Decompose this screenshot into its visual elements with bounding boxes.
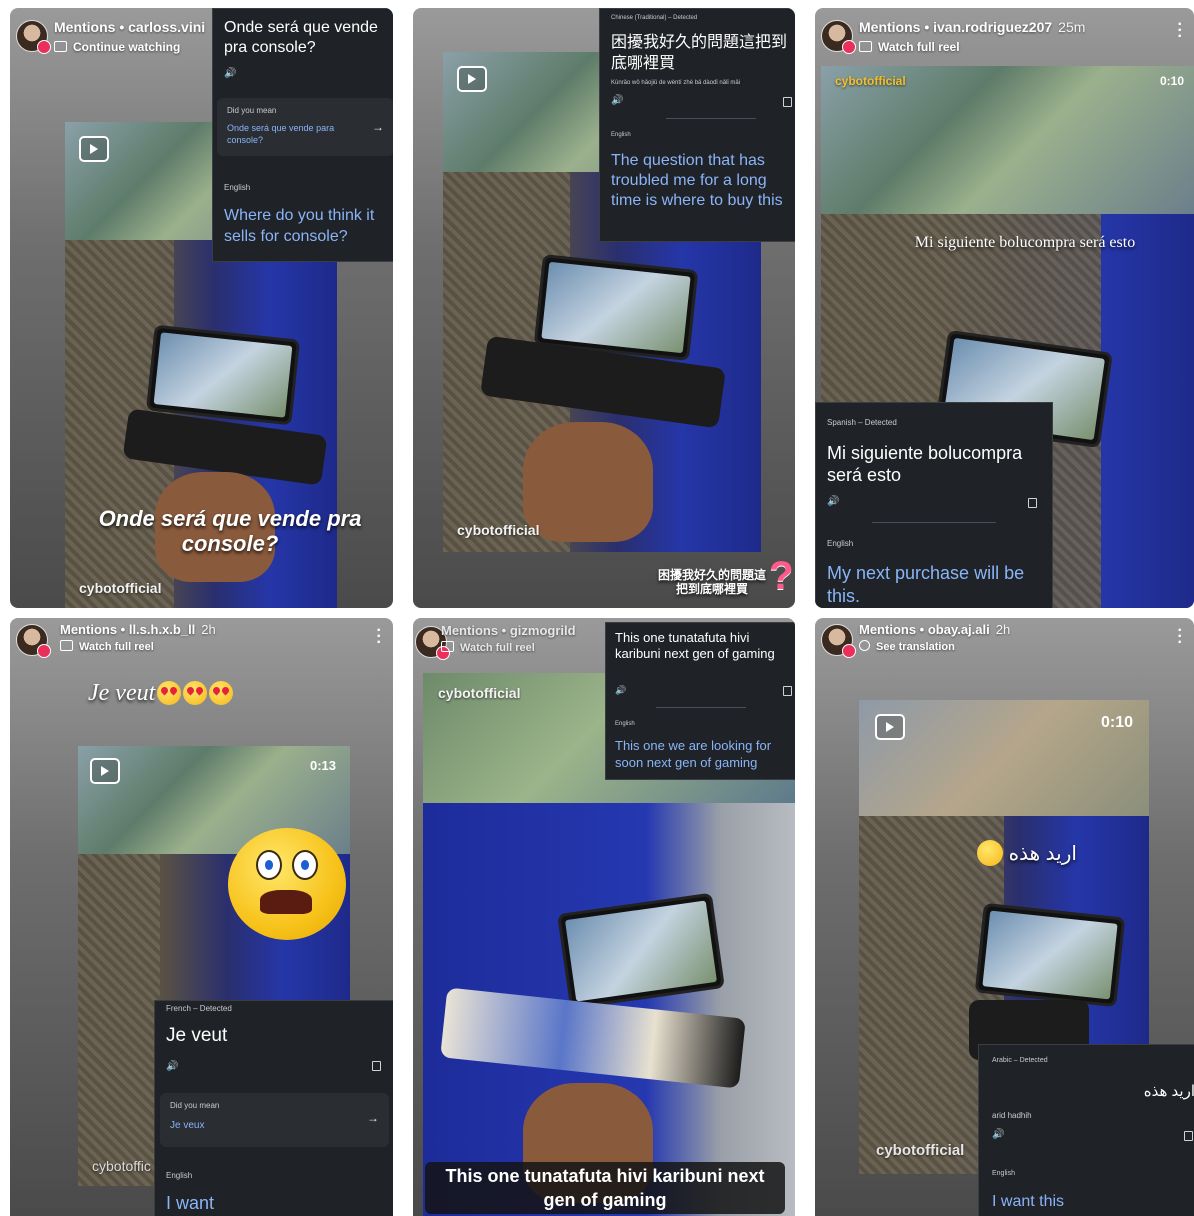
translation-source: Mi siguiente bolucompra será esto <box>827 443 1023 485</box>
story-card-5[interactable]: Mentions • gizmogrild Watch full reel cy… <box>413 618 795 1216</box>
watermark: cybotoffic <box>92 1158 151 1174</box>
more-options-icon[interactable]: ... <box>1178 13 1182 41</box>
did-you-mean-box[interactable]: Did you mean Onde será que vende para co… <box>217 98 393 156</box>
reel-icon <box>441 641 454 652</box>
video-timer: 0:13 <box>309 758 336 773</box>
copy-icon[interactable] <box>1184 1131 1193 1141</box>
translation-panel: French – Detected Je veut 🔊 Did you mean… <box>154 1000 393 1216</box>
story-caption: Je veut <box>88 680 308 707</box>
translation-source: This one tunatafuta hivi karibuni next g… <box>615 630 775 661</box>
continue-watching-link[interactable]: Continue watching <box>54 40 180 54</box>
translation-source: Je veut <box>166 1025 228 1046</box>
watermark: cybotofficial <box>79 580 162 596</box>
overlay-text: 困擾我好久的問題這把到底哪裡買 <box>657 568 766 596</box>
watermark: cybotofficial <box>457 522 540 538</box>
copy-icon[interactable] <box>1028 498 1037 508</box>
see-translation-link[interactable]: See translation <box>859 640 955 653</box>
translation-target: This one we are looking for soon next ge… <box>615 738 772 770</box>
translation-panel: This one tunatafuta hivi karibuni next g… <box>605 622 795 780</box>
story-header: Mentions • ivan.rodriguez207 25m Watch fu… <box>815 8 1194 60</box>
story-header: Mentions • ll.s.h.x.b_ll 2h Watch full re… <box>10 618 393 670</box>
copy-icon[interactable] <box>783 686 792 696</box>
video-timer: 0:10 <box>1159 74 1184 88</box>
speaker-icon[interactable]: 🔊 <box>992 1129 1004 1140</box>
more-options-icon[interactable]: ... <box>377 619 381 647</box>
translation-source: 困擾我好久的問題這把到底哪裡買 <box>611 34 788 72</box>
translation-target: I want this <box>992 1193 1065 1210</box>
reel-icon <box>875 714 905 740</box>
scared-face-emoji <box>228 828 346 940</box>
speaker-icon[interactable]: 🔊 <box>224 68 236 79</box>
crying-face-emoji <box>977 840 1004 866</box>
story-card-1[interactable]: Mentions • carloss.vini Continue watchin… <box>10 8 393 608</box>
more-options-icon[interactable]: ... <box>1178 619 1182 647</box>
translation-source: اريد هذه <box>1143 1083 1194 1100</box>
translation-panel: Spanish – Detected Mi siguiente bolucomp… <box>815 402 1053 608</box>
story-user[interactable]: Mentions • ivan.rodriguez207 25m <box>859 19 1085 35</box>
copy-icon[interactable] <box>783 97 792 107</box>
translation-source: Onde será que vende pra console? <box>224 19 378 56</box>
did-you-mean-suggestion[interactable]: Onde será que vende para console? <box>227 122 352 146</box>
story-card-2[interactable]: cybotofficial 困擾我好久的問題這把到底哪裡買 ? Chinese … <box>413 8 795 608</box>
story-header: Mentions • obay.aj.ali 2h See translation… <box>815 618 1194 670</box>
reel-icon <box>457 66 487 92</box>
story-caption: Onde será que vende pra console? <box>98 506 362 556</box>
avatar[interactable] <box>16 20 51 54</box>
story-card-6[interactable]: Mentions • obay.aj.ali 2h See translation… <box>815 618 1194 1216</box>
translation-target: The question that has troubled me for a … <box>611 152 783 209</box>
copy-icon[interactable] <box>372 1061 381 1071</box>
reel-icon <box>79 136 109 162</box>
arrow-right-icon[interactable]: → <box>372 120 384 134</box>
did-you-mean-box[interactable]: Did you mean Je veux → <box>160 1093 389 1147</box>
watch-full-reel-link[interactable]: Watch full reel <box>859 40 960 54</box>
speaker-icon[interactable]: 🔊 <box>615 685 626 696</box>
translation-panel: Onde será que vende pra console? 🔊 Did y… <box>212 8 393 262</box>
heart-eyes-emoji <box>157 681 182 705</box>
watch-full-reel-link[interactable]: Watch full reel <box>60 640 154 653</box>
hand <box>523 422 653 542</box>
translation-panel: Chinese (Traditional) – Detected 困擾我好久的問… <box>599 8 795 242</box>
story-card-3[interactable]: Mentions • ivan.rodriguez207 25m Watch fu… <box>815 8 1194 608</box>
avatar[interactable] <box>821 20 856 54</box>
watermark: cybotofficial <box>876 1142 965 1159</box>
story-user[interactable]: Mentions • obay.aj.ali 2h <box>859 622 1010 637</box>
speaker-icon[interactable]: 🔊 <box>166 1061 178 1072</box>
avatar[interactable] <box>821 624 856 658</box>
did-you-mean-suggestion[interactable]: Je veux <box>170 1120 204 1131</box>
phone-on-gun <box>974 902 1126 1008</box>
video-timer: 0:10 <box>1100 714 1133 731</box>
reel-icon <box>54 41 67 52</box>
translate-icon <box>859 640 870 651</box>
heart-eyes-emoji <box>183 681 208 705</box>
watch-full-reel-link[interactable]: Watch full reel <box>441 641 535 654</box>
heart-eyes-emoji <box>209 681 234 705</box>
speaker-icon[interactable]: 🔊 <box>611 95 623 106</box>
story-user[interactable]: Mentions • gizmogrild <box>441 623 576 638</box>
video-subtitle: This one tunatafuta hivi karibuni next g… <box>425 1162 785 1214</box>
story-card-4[interactable]: Mentions • ll.s.h.x.b_ll 2h Watch full re… <box>10 618 393 1216</box>
question-mark-sticker: ? <box>769 554 794 598</box>
story-caption: اريد هذه <box>947 840 1107 866</box>
story-user[interactable]: Mentions • ll.s.h.x.b_ll 2h <box>60 622 216 637</box>
story-user[interactable]: Mentions • carloss.vini <box>54 19 205 35</box>
reel-icon <box>859 41 872 52</box>
translation-target: Where do you think it sells for console? <box>224 207 375 245</box>
translation-panel: Arabic – Detected اريد هذه arid hadhih 🔊… <box>978 1044 1194 1216</box>
translation-target: I want <box>166 1193 215 1213</box>
watermark: cybotofficial <box>835 74 906 88</box>
phone-on-gun <box>145 324 301 426</box>
translation-target: My next purchase will be this. <box>827 563 1025 606</box>
watermark: cybotofficial <box>438 685 521 701</box>
avatar[interactable] <box>16 624 51 658</box>
story-caption: Mi siguiente bolucompra será esto <box>914 234 1136 251</box>
arrow-right-icon[interactable]: → <box>367 1111 379 1125</box>
reel-icon <box>60 640 73 651</box>
reel-icon <box>90 758 120 784</box>
speaker-icon[interactable]: 🔊 <box>827 496 839 507</box>
